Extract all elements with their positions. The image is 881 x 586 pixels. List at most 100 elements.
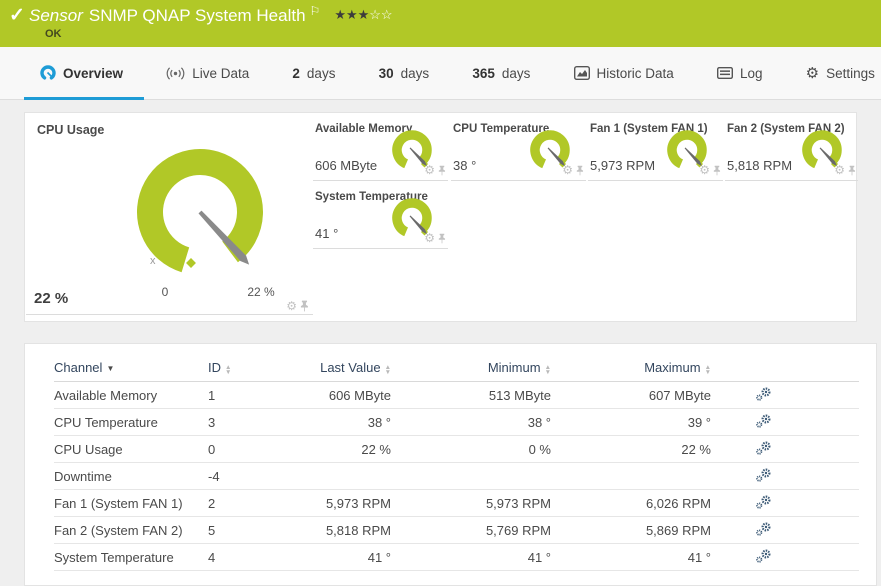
status-badge: OK bbox=[45, 28, 62, 40]
table-row: CPU Temperature 3 38 ° 38 ° 39 ° bbox=[54, 409, 859, 436]
column-header-maximum[interactable]: Maximum ▲ ▼ bbox=[551, 360, 711, 376]
gauge-pin-icon[interactable] bbox=[438, 233, 446, 244]
tab-log-label: Log bbox=[739, 65, 763, 81]
gauge-cell-fan-2: Fan 2 (System FAN 2) 5,818 RPM ⚙ bbox=[725, 119, 858, 181]
channel-name: Available Memory bbox=[54, 387, 158, 403]
gauge-pin-icon[interactable] bbox=[713, 165, 721, 176]
maximum-value: 607 MByte bbox=[648, 387, 711, 403]
column-header-last-value[interactable]: Last Value ▲ ▼ bbox=[286, 360, 391, 376]
minimum-value: 513 MByte bbox=[488, 387, 551, 403]
gauge-scale-max: 22 % bbox=[247, 285, 275, 299]
minimum-value: 41 ° bbox=[527, 549, 551, 565]
gauge-pin-icon[interactable] bbox=[438, 165, 446, 176]
table-row: Fan 1 (System FAN 1) 2 5,973 RPM 5,973 R… bbox=[54, 490, 859, 517]
tab-overview[interactable]: Overview bbox=[40, 65, 123, 81]
gauge-value: 5,818 RPM bbox=[727, 158, 793, 173]
tab-live-data-label: Live Data bbox=[192, 65, 250, 81]
minimum-value: 5,769 RPM bbox=[485, 522, 551, 538]
channel-table-panel: Channel ▼ ID ▲ ▼ Last Value ▲ ▼ Minimum ▲ ▼ Max… bbox=[24, 343, 877, 586]
tab-live-data[interactable]: Live Data bbox=[166, 66, 249, 81]
gear-icon: ⚙ bbox=[805, 65, 820, 82]
gauge-value: 606 MByte bbox=[315, 158, 378, 173]
channel-settings-icon[interactable] bbox=[755, 468, 771, 485]
tab-settings-label: Settings bbox=[826, 65, 875, 81]
tab-log[interactable]: Log bbox=[716, 65, 763, 81]
maximum-value: 41 ° bbox=[687, 549, 711, 565]
channel-name: Fan 2 (System FAN 2) bbox=[54, 522, 183, 538]
last-value: 606 MByte bbox=[328, 387, 391, 403]
column-header-channel[interactable]: Channel ▼ bbox=[54, 360, 208, 375]
gauge-value: 38 ° bbox=[453, 158, 477, 173]
table-header-row: Channel ▼ ID ▲ ▼ Last Value ▲ ▼ Minimum ▲ ▼ Max… bbox=[54, 354, 859, 382]
status-check-icon: ✓ bbox=[9, 5, 25, 26]
stars-empty[interactable]: ☆☆ bbox=[369, 7, 392, 22]
column-header-id[interactable]: ID ▲ ▼ bbox=[208, 360, 286, 376]
priority-stars[interactable]: ★★★☆☆ bbox=[334, 7, 392, 22]
sort-icon: ▲ ▼ bbox=[704, 364, 711, 376]
log-icon bbox=[716, 67, 733, 79]
channel-id: 1 bbox=[208, 387, 216, 403]
tab-30-days-number: 30 bbox=[378, 65, 394, 81]
gauge-settings-gear-icon[interactable]: ⚙ bbox=[834, 164, 845, 176]
gauge-settings-gear-icon[interactable]: ⚙ bbox=[424, 164, 435, 176]
tab-settings[interactable]: ⚙ Settings bbox=[806, 64, 875, 82]
channel-id: 5 bbox=[208, 522, 216, 538]
table-row: Fan 2 (System FAN 2) 5 5,818 RPM 5,769 R… bbox=[54, 517, 859, 544]
sensor-name: SNMP QNAP System Health bbox=[88, 6, 306, 25]
table-row: Downtime -4 bbox=[54, 463, 859, 490]
gauge-settings-gear-icon[interactable]: ⚙ bbox=[286, 300, 297, 312]
gauge-pin-icon[interactable] bbox=[300, 300, 309, 312]
active-tab-underline bbox=[24, 97, 144, 100]
channel-id: 3 bbox=[208, 414, 216, 430]
channel-settings-icon[interactable] bbox=[755, 495, 771, 512]
tab-365-days-label: days bbox=[501, 65, 531, 81]
gauge-value: 5,973 RPM bbox=[590, 158, 656, 173]
gauge-pin-icon[interactable] bbox=[576, 165, 584, 176]
table-row: System Temperature 4 41 ° 41 ° 41 ° bbox=[54, 544, 859, 571]
table-row: CPU Usage 0 22 % 0 % 22 % bbox=[54, 436, 859, 463]
gauge-icon bbox=[40, 65, 56, 81]
tab-historic-data[interactable]: Historic Data bbox=[573, 65, 674, 81]
channel-name: CPU Temperature bbox=[54, 414, 158, 430]
channel-settings-icon[interactable] bbox=[755, 441, 771, 458]
channel-settings-icon[interactable] bbox=[755, 387, 771, 404]
tab-2-days[interactable]: 2 days bbox=[292, 66, 335, 81]
channel-settings-icon[interactable] bbox=[755, 549, 771, 566]
channel-name: Fan 1 (System FAN 1) bbox=[54, 495, 183, 511]
object-type-label: Sensor bbox=[29, 6, 83, 25]
tab-historic-data-label: Historic Data bbox=[596, 65, 674, 81]
channel-settings-icon[interactable] bbox=[755, 522, 771, 539]
primary-gauge-value: 22 % bbox=[34, 290, 69, 307]
tab-overview-label: Overview bbox=[63, 65, 124, 81]
channel-name: CPU Usage bbox=[54, 441, 123, 457]
gauge-pin-icon[interactable] bbox=[848, 165, 856, 176]
cpu-usage-gauge: x bbox=[137, 149, 263, 273]
gauge-cell-fan-1: Fan 1 (System FAN 1) 5,973 RPM ⚙ bbox=[588, 119, 723, 181]
channel-table: Channel ▼ ID ▲ ▼ Last Value ▲ ▼ Minimum ▲ ▼ Max… bbox=[54, 354, 859, 571]
last-value: 38 ° bbox=[367, 414, 391, 430]
gauge-settings-gear-icon[interactable]: ⚙ bbox=[424, 232, 435, 244]
channel-name: System Temperature bbox=[54, 549, 174, 565]
last-value: 22 % bbox=[361, 441, 391, 457]
stars-filled[interactable]: ★★★ bbox=[334, 7, 369, 22]
gauge-cell-available-memory: Available Memory 606 MByte ⚙ bbox=[313, 119, 448, 181]
tab-30-days[interactable]: 30 days bbox=[379, 66, 430, 81]
tab-2-days-number: 2 bbox=[292, 65, 300, 81]
maximum-value: 39 ° bbox=[687, 414, 711, 430]
table-row: Available Memory 1 606 MByte 513 MByte 6… bbox=[54, 382, 859, 409]
column-header-minimum[interactable]: Minimum ▲ ▼ bbox=[391, 360, 551, 376]
channel-settings-icon[interactable] bbox=[755, 414, 771, 431]
channel-id: 4 bbox=[208, 549, 216, 565]
flag-icon[interactable]: ⚐ bbox=[310, 4, 321, 18]
gauge-settings-gear-icon[interactable]: ⚙ bbox=[699, 164, 710, 176]
tab-2-days-label: days bbox=[306, 65, 336, 81]
minimum-value: 0 % bbox=[528, 441, 551, 457]
last-value: 5,973 RPM bbox=[325, 495, 391, 511]
cell-separator bbox=[26, 314, 313, 315]
gauge-settings-gear-icon[interactable]: ⚙ bbox=[562, 164, 573, 176]
tab-365-days[interactable]: 365 days bbox=[472, 66, 530, 81]
live-data-icon bbox=[166, 66, 185, 80]
minimum-value: 38 ° bbox=[527, 414, 551, 430]
channel-id: 0 bbox=[208, 441, 216, 457]
gauge-value: 41 ° bbox=[315, 226, 339, 241]
